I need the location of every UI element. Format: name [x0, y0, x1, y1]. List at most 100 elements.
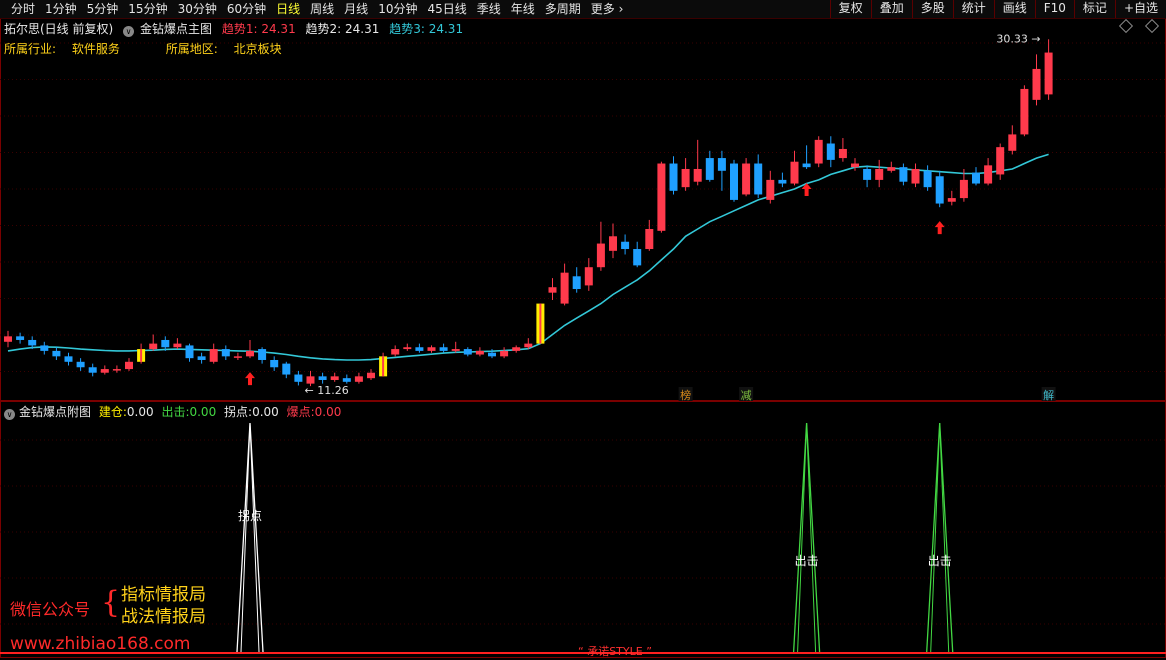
main-indicator-name[interactable]: 金钻爆点主图 [140, 22, 212, 36]
kline-chart[interactable]: 30.33 → ← 11.26 榜 减 解拐点出击 出击 [0, 0, 1166, 660]
candle-body [391, 349, 400, 355]
candle-body [40, 345, 49, 351]
candle-body [330, 376, 339, 380]
candle-body [887, 167, 896, 171]
candle-body [475, 350, 484, 355]
tool-button[interactable]: 统计 [952, 0, 994, 18]
candle-body [233, 356, 242, 358]
candle-body [76, 361, 85, 368]
sub-indicator-name[interactable]: 金钻爆点附图 [19, 405, 91, 419]
candle-body [1020, 88, 1029, 135]
candle-body [863, 168, 872, 180]
tool-button[interactable]: 复权 [829, 0, 871, 18]
tool-buttons: 复权 叠加 多股 统计 画线 F10 标记 +自选 [829, 0, 1166, 18]
style-tag: “ 承诺STYLE ” [578, 645, 652, 658]
candle-body [851, 163, 859, 168]
top-toolbar: 分时 1分钟 5分钟 15分钟 30分钟 60分钟 日线 周线 月线 10分钟 45日线 季线 年线 多周… [0, 0, 1166, 19]
signal-label: 出击 [795, 554, 819, 568]
tool-button[interactable]: F10 [1034, 0, 1074, 18]
period-tab[interactable]: 多周期 [540, 1, 586, 18]
watermark-line1: 指标情报局 [121, 585, 206, 605]
burst-candle-core [140, 349, 143, 362]
candle-body [258, 349, 267, 360]
candle-body [657, 163, 666, 231]
tool-button[interactable]: 叠加 [870, 0, 912, 18]
signal-spike [236, 422, 264, 653]
tool-button[interactable]: 多股 [911, 0, 953, 18]
candle-body [403, 347, 412, 350]
period-tab[interactable]: 分时 [6, 1, 40, 18]
candle-body [826, 143, 835, 160]
candle-body [185, 345, 194, 359]
low-price-label: ← 11.26 [305, 384, 349, 397]
candle-body [596, 243, 605, 268]
candle-body [246, 350, 254, 357]
period-tab[interactable]: 30分钟 [173, 1, 222, 18]
turn-value: 0.00 [252, 405, 279, 419]
candle-body [488, 352, 496, 357]
build-label: 建仓: [98, 405, 127, 419]
exit-value: 0.00 [189, 405, 217, 419]
main-frame [0, 18, 1166, 401]
zone-label: 解 [1043, 388, 1054, 402]
period-tab[interactable]: 日线 [271, 1, 305, 18]
candle-body [996, 147, 1005, 175]
period-tab[interactable]: 10分钟 [373, 1, 422, 18]
period-tab[interactable]: 5分钟 [82, 1, 124, 18]
exit-label: 出击: [161, 405, 190, 419]
candle-body [4, 336, 12, 342]
candle-body [935, 176, 944, 204]
candle-body [972, 172, 980, 184]
candle-body [1032, 68, 1041, 100]
candle-body [802, 163, 811, 168]
candle-body [439, 347, 448, 351]
sub-indicator-title-row: ∨ 金钻爆点附图 建仓:0.00 出击:0.00 拐点:0.00 爆点:0.00 [4, 403, 345, 420]
indicator-toggle-icon[interactable]: ∨ [123, 26, 135, 37]
trend1-value: 趋势1: 24.31 [221, 22, 296, 36]
burst-candle-core [539, 303, 542, 344]
candle-body [838, 148, 847, 159]
buy-arrow-icon [245, 372, 255, 386]
candle-body [270, 359, 279, 368]
candle-body [294, 374, 303, 382]
trend3-value: 趋势3: 24.31 [389, 22, 464, 36]
sub-toggle-icon[interactable]: ∨ [4, 409, 15, 420]
period-tab[interactable]: 季线 [472, 1, 506, 18]
candle-body [112, 369, 121, 371]
period-tab[interactable]: 年线 [506, 1, 540, 18]
candle-body [911, 168, 920, 184]
candle-body [342, 378, 351, 382]
trend-ma-line [7, 153, 1049, 361]
industry-label: 所属行业: [4, 42, 57, 56]
watermark-url[interactable]: www.zhibiao168.com [10, 634, 190, 654]
candle-body [221, 349, 230, 357]
signal-label: 拐点 [238, 508, 262, 523]
period-tab[interactable]: 月线 [339, 1, 373, 18]
candle-body [354, 376, 363, 382]
candle-body [173, 343, 182, 348]
signal-spike [792, 422, 821, 653]
candle-body [306, 376, 315, 384]
candle-body [790, 161, 799, 184]
period-tab[interactable]: 1分钟 [40, 1, 82, 18]
tool-button[interactable]: +自选 [1114, 0, 1166, 18]
region-value: 北京板块 [233, 42, 282, 56]
tool-button[interactable]: 画线 [993, 0, 1035, 18]
stock-info-row: 所属行业: 软件服务 所属地区: 北京板块 [4, 40, 282, 56]
candle-body [463, 349, 472, 355]
period-tab[interactable]: 60分钟 [222, 1, 271, 18]
candle-body [621, 241, 630, 250]
tool-button[interactable]: 标记 [1073, 0, 1115, 18]
burst-candle-core [382, 356, 385, 377]
candle-body [947, 198, 956, 202]
candle-body [984, 165, 993, 184]
period-tab[interactable]: 更多 › [586, 1, 629, 18]
candle-body [693, 168, 702, 182]
zone-label: 榜 [680, 388, 691, 402]
candle-body [100, 369, 109, 373]
period-tab[interactable]: 周线 [305, 1, 339, 18]
period-tab[interactable]: 15分钟 [123, 1, 172, 18]
candle-body [645, 229, 654, 250]
candle-body [524, 343, 533, 348]
period-tab[interactable]: 45日线 [422, 1, 471, 18]
